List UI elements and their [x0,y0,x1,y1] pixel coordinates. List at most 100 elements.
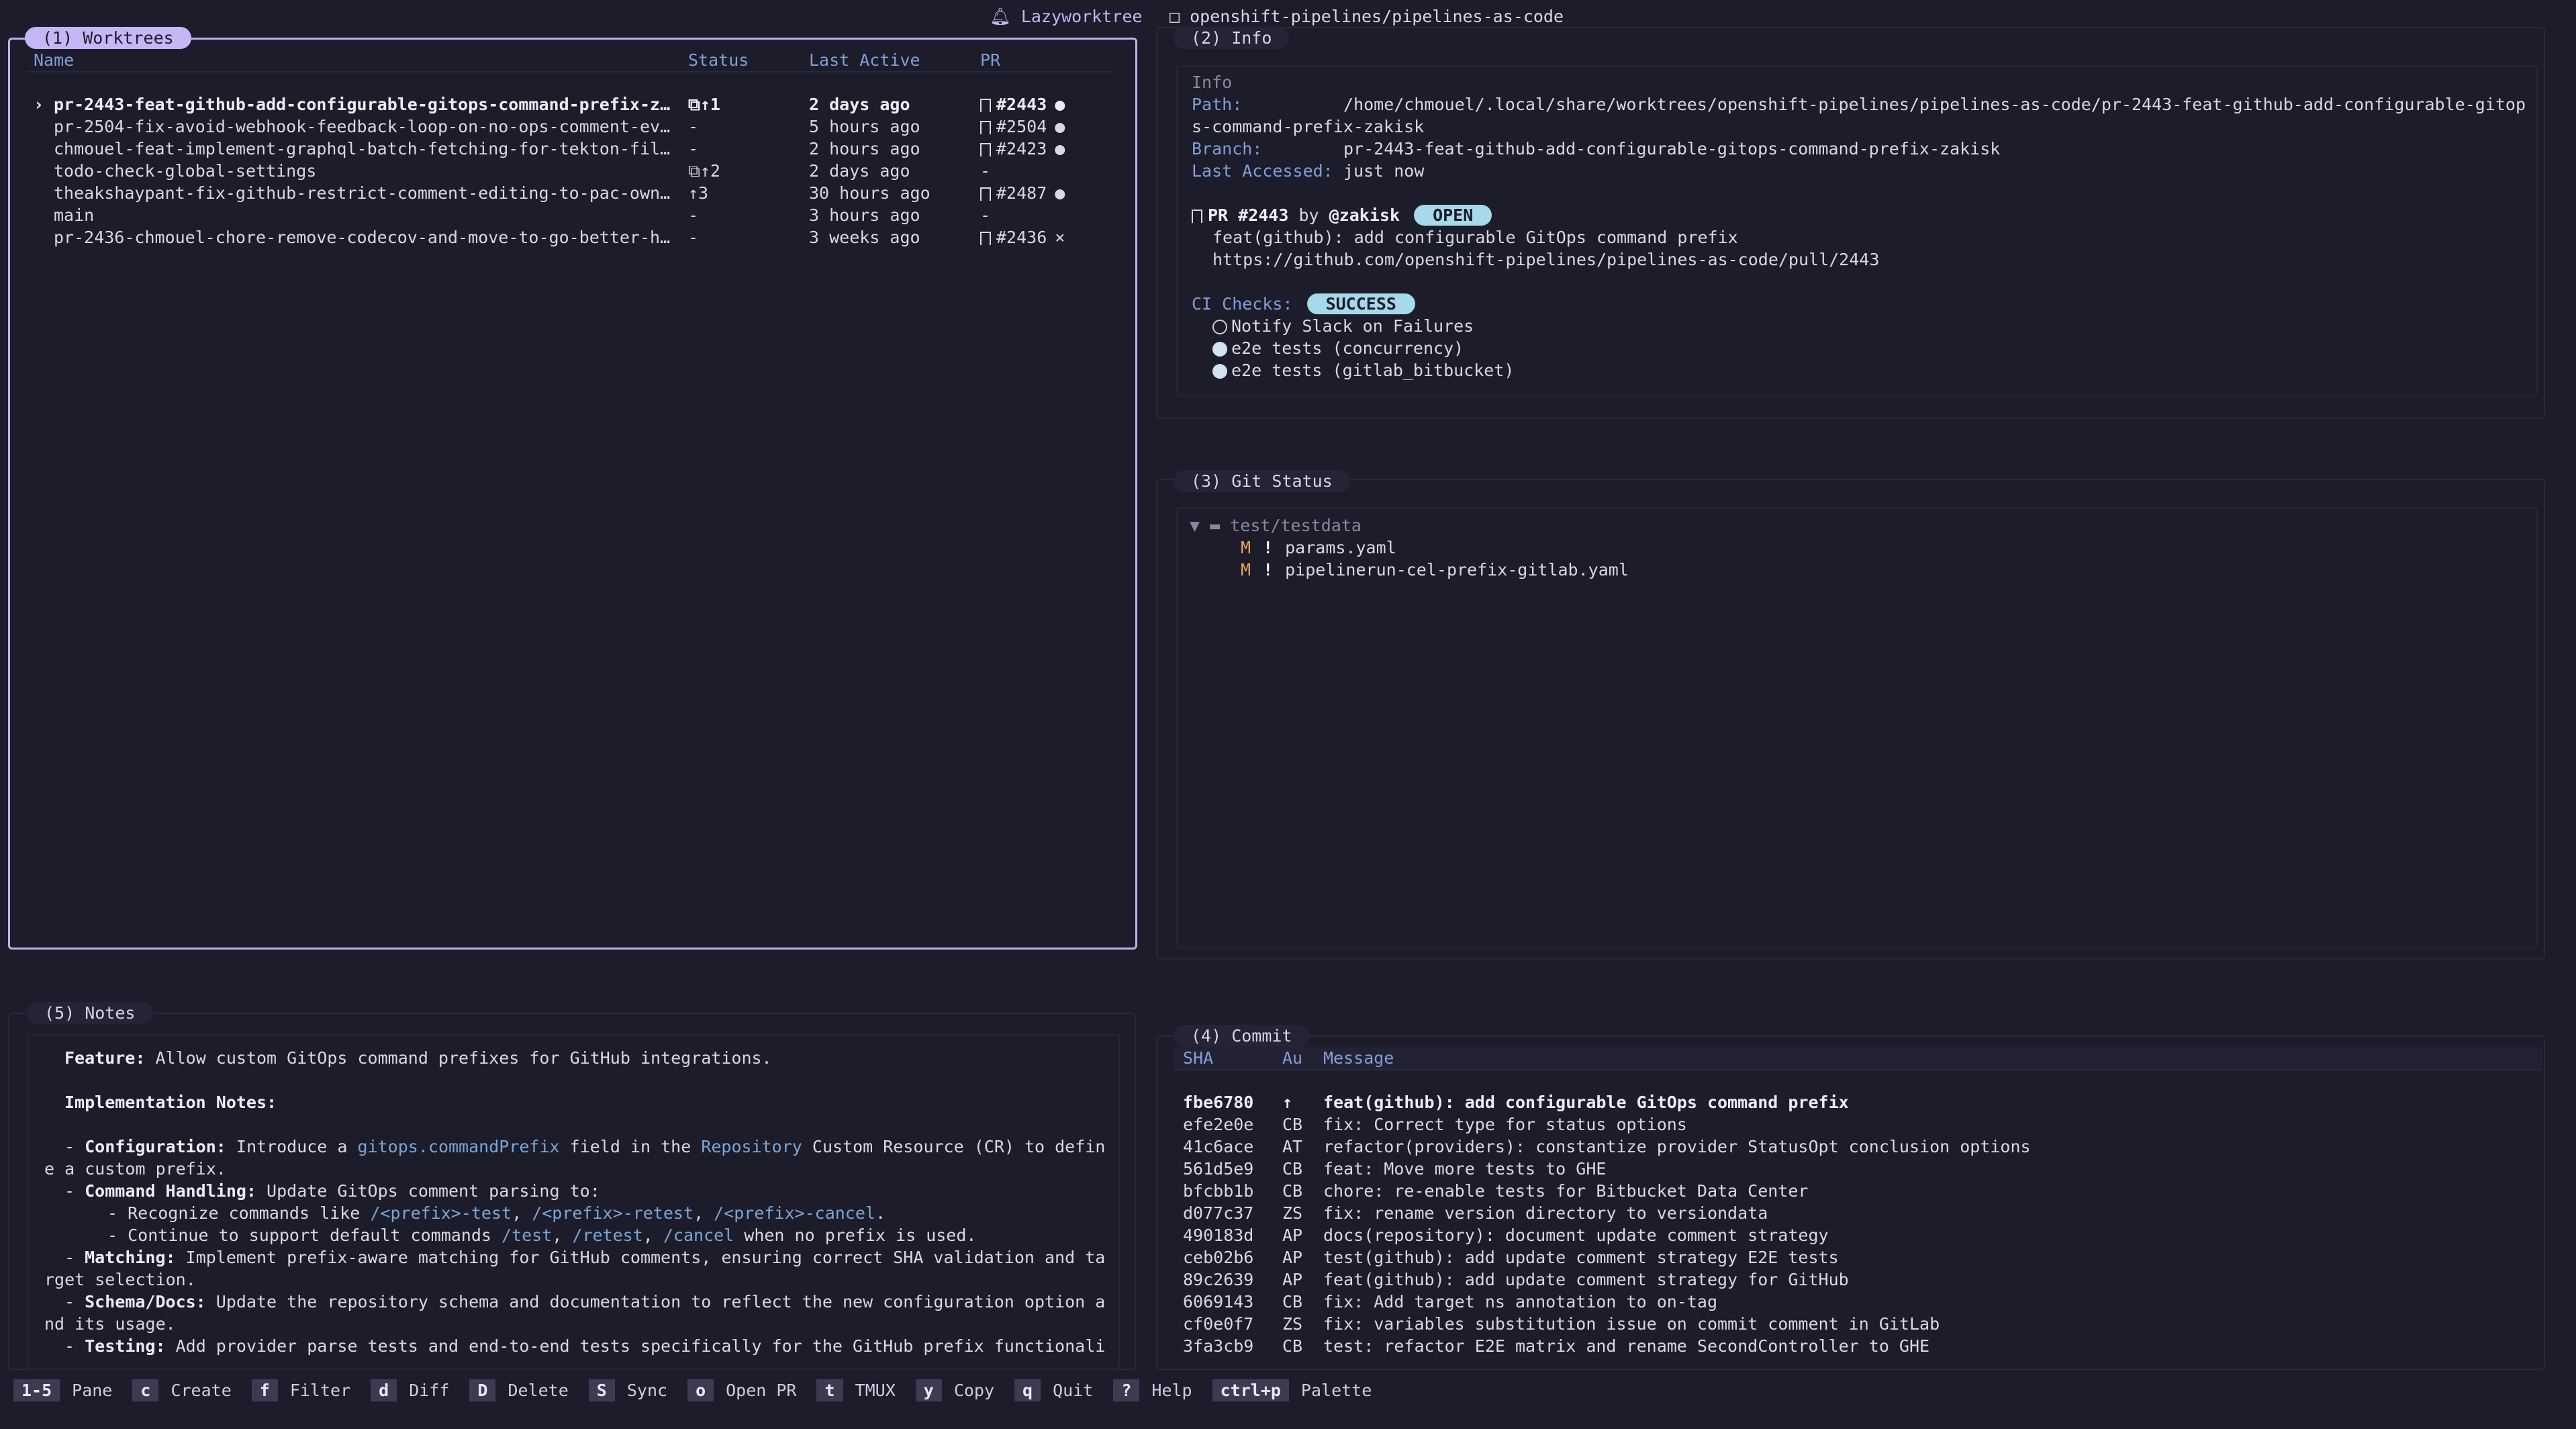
git-file-row[interactable]: M! pipelinerun-cel-prefix-gitlab.yaml [1241,559,1629,581]
shortcut-key[interactable]: d [371,1379,397,1401]
worktree-pr[interactable]: #2487 ● [980,182,1065,204]
shortcut-key[interactable]: ctrl+p [1212,1379,1289,1401]
pr-url[interactable]: https://github.com/openshift-pipelines/p… [1212,248,1879,271]
notes-matching-wrap: rget selection. [44,1270,196,1289]
commit-sha: 490183d [1183,1226,1254,1245]
commit-row[interactable]: cf0e0f7 ZS fix: variables substitution iss… [1183,1313,2526,1335]
worktree-pr[interactable]: #2504 ● [980,116,1065,138]
commit-sha: cf0e0f7 [1183,1314,1254,1334]
col-pr[interactable]: PR [980,49,1000,71]
worktree-status: - [688,205,699,225]
info-pane-title[interactable]: (2) Info [1174,27,1290,49]
pr-state-badge: OPEN [1414,205,1492,226]
worktree-status: - [688,228,699,247]
shortcut-label: Quit [1053,1381,1094,1400]
col-status[interactable]: Status [688,49,749,71]
commit-row[interactable]: 89c2639 AP feat(github): add update commen… [1183,1269,2526,1291]
bell-icon: 🔔︎ [990,7,1011,26]
worktree-pr[interactable]: - [980,160,990,182]
worktrees-pane-title[interactable]: (1) Worktrees [25,27,191,49]
col-name[interactable]: Name [34,49,74,71]
worktree-row[interactable]: pr-2504-fix-avoid-webhook-feedback-loop-… [27,116,1112,138]
shortcut-key[interactable]: y [915,1379,942,1401]
pull-request-icon [980,187,991,201]
worktree-pr[interactable]: - [980,204,990,226]
commit-sha: 3fa3cb9 [1183,1336,1254,1356]
col-sha[interactable]: SHA [1183,1047,1213,1069]
commit-row[interactable]: ceb02b6 AP test(github): add update commen… [1183,1246,2526,1269]
worktree-status: - [688,139,699,158]
notes-feature: Feature: Allow custom GitOps command pre… [64,1048,772,1068]
worktree-status: ↑3 [688,183,709,203]
pr-state-icon: × [1055,228,1065,247]
pr-state-icon: ● [1055,139,1065,158]
pull-request-icon [980,121,991,134]
worktree-pr[interactable]: #2436 × [980,226,1065,248]
shortcut-key[interactable]: q [1014,1379,1041,1401]
shortcut-key[interactable]: c [132,1379,159,1401]
commit-sha: 6069143 [1183,1292,1254,1311]
commit-row[interactable]: 561d5e9 CB feat: Move more tests to GHE [1183,1158,2526,1180]
info-last-accessed-value: just now [1343,161,1425,181]
book-icon: □ [1170,7,1180,26]
commit-row[interactable]: 490183d AP docs(repository): document upda… [1183,1224,2526,1246]
commit-author: ↑ [1282,1093,1293,1112]
pr-state-icon: ● [1055,95,1065,114]
shortcut-label: Copy [953,1381,995,1400]
file-name: params.yaml [1285,538,1396,557]
notes-pane-title[interactable]: (5) Notes [27,1002,153,1024]
chevron-down-icon[interactable]: ▼ [1190,516,1200,535]
worktree-row[interactable]: chmouel-feat-implement-graphql-batch-fet… [27,138,1112,160]
warning-icon: ! [1263,560,1274,580]
shortcut-label: Sync [626,1381,668,1400]
commit-author: AP [1282,1270,1303,1289]
shortcut-key[interactable]: S [588,1379,615,1401]
commit-row[interactable]: 6069143 CB fix: Add target ns annotation t… [1183,1291,2526,1313]
git-file-row[interactable]: M! params.yaml [1241,537,1396,559]
commit-row[interactable]: fbe6780 ↑ feat(github): add configurable G… [1183,1091,2526,1113]
commit-row[interactable]: d077c37 ZS fix: rename version directory t… [1183,1202,2526,1224]
commit-sha: 41c6ace [1183,1137,1254,1156]
ci-checks-line: CI Checks: SUCCESS [1192,293,1415,315]
commit-row[interactable]: 3fa3cb9 CB test: refactor E2E matrix and r… [1183,1335,2526,1357]
worktree-pr[interactable]: #2423 ● [980,138,1065,160]
check-circle-icon [1212,364,1227,379]
worktree-row[interactable]: todo-check-global-settings ⧉↑2 2 days ago - [27,160,1112,182]
git-status-pane-title[interactable]: (3) Git Status [1174,470,1350,492]
info-heading: Info [1192,73,1233,92]
commit-sha: fbe6780 [1183,1093,1254,1112]
shortcut-key[interactable]: ? [1113,1379,1140,1401]
commit-author: ZS [1282,1203,1303,1223]
shortcut-key[interactable]: f [251,1379,278,1401]
col-last-active[interactable]: Last Active [809,49,920,71]
commit-message: fix: rename version directory to version… [1323,1203,1768,1223]
commit-message: fix: Add target ns annotation to on-tag [1323,1292,1717,1311]
shortcut-key[interactable]: o [687,1379,714,1401]
shortcut-label: TMUX [855,1381,896,1400]
commit-pane-title[interactable]: (4) Commit [1174,1025,1310,1047]
empty-circle-icon [1212,320,1227,334]
commit-author: CB [1282,1181,1303,1201]
worktree-status: ⧉↑2 [688,161,720,181]
worktree-pr[interactable]: #2443 ● [980,93,1065,116]
notes-impl-heading: Implementation Notes: [64,1093,277,1112]
commit-row[interactable]: efe2e0e CB fix: Correct type for status op… [1183,1113,2526,1136]
pull-request-icon [980,143,991,156]
shortcut-key[interactable]: t [816,1379,843,1401]
notes-testing: - Testing: Add provider parse tests and … [64,1336,1106,1356]
col-author[interactable]: Au [1282,1047,1302,1069]
notes-schema-wrap: nd its usage. [44,1314,176,1334]
pull-request-icon [980,232,991,245]
worktree-row[interactable]: theakshaypant-fix-github-restrict-commen… [27,182,1112,204]
commit-row[interactable]: bfcbb1b CB chore: re-enable tests for Bitb… [1183,1180,2526,1202]
shortcut-key[interactable]: D [469,1379,496,1401]
worktree-name: chmouel-feat-implement-graphql-batch-fet… [54,139,671,158]
worktree-row[interactable]: pr-2436-chmouel-chore-remove-codecov-and… [27,226,1112,248]
commit-row[interactable]: 41c6ace AT refactor(providers): constantiz… [1183,1136,2526,1158]
modified-flag: M [1241,538,1251,557]
col-message[interactable]: Message [1323,1047,1394,1069]
shortcut-key[interactable]: 1-5 [13,1379,60,1401]
folder-row[interactable]: ▼ ▬ test/testdata [1190,514,1362,537]
worktree-row[interactable]: › pr-2443-feat-github-add-configurable-gi… [27,93,1112,116]
worktree-row[interactable]: main - 3 hours ago - [27,204,1112,226]
